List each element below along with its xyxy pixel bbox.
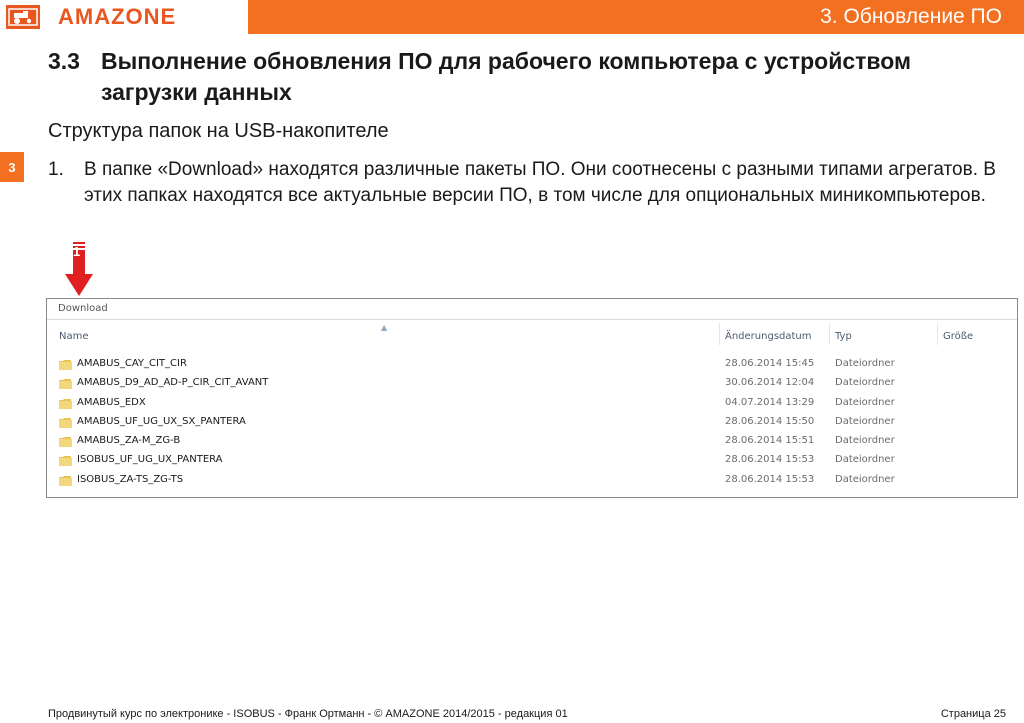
folder-type: Dateiordner — [835, 435, 895, 447]
folder-name: AMABUS_CAY_CIT_CIR — [77, 358, 187, 369]
breadcrumb-divider — [47, 319, 1017, 320]
folder-type: Dateiordner — [835, 454, 895, 466]
folder-row[interactable]: ISOBUS_UF_UG_UX_PANTERA 28.06.2014 15:53… — [47, 451, 1017, 470]
brand-name: AMAZONE — [58, 4, 177, 29]
folder-name: AMABUS_ZA-M_ZG-B — [77, 435, 181, 447]
step-number: 1. — [48, 159, 64, 180]
marker-label: 1 — [73, 244, 81, 259]
amazone-tractor-logo-icon — [6, 5, 40, 29]
folder-row[interactable]: AMABUS_D9_AD_AD-P_CIR_CIT_AVANT 30.06.20… — [47, 374, 1017, 393]
folder-name: AMABUS_D9_AD_AD-P_CIR_CIT_AVANT — [77, 377, 269, 389]
folder-icon — [59, 417, 72, 428]
folder-row[interactable]: ISOBUS_ZA-TS_ZG-TS 28.06.2014 15:53 Date… — [47, 471, 1017, 490]
folder-type: Dateiordner — [835, 396, 895, 408]
header-divider — [248, 34, 1024, 36]
chapter-title: 3. Обновление ПО — [820, 5, 1002, 28]
folder-date: 28.06.2014 15:51 — [725, 435, 815, 447]
folder-date: 28.06.2014 15:53 — [725, 454, 815, 466]
column-header-name[interactable]: Name — [59, 331, 89, 342]
folder-date: 28.06.2014 15:50 — [725, 415, 815, 427]
column-header-type[interactable]: Typ — [835, 331, 852, 342]
folder-icon — [59, 437, 72, 448]
folder-row[interactable]: AMABUS_EDX 04.07.2014 13:29 Dateiordner — [47, 394, 1017, 413]
subheading: Структура папок на USB-накопителе — [48, 120, 389, 142]
folder-type: Dateiordner — [835, 358, 895, 369]
folder-date: 28.06.2014 15:53 — [725, 473, 815, 485]
file-explorer: Download ▲ Name Änderungsdatum Typ Größe… — [46, 298, 1018, 498]
chapter-band: 3. Обновление ПО — [248, 0, 1024, 34]
folder-type: Dateiordner — [835, 415, 895, 427]
folder-date: 30.06.2014 12:04 — [725, 377, 815, 389]
footer-page-number: Страница 25 — [940, 708, 1006, 720]
folder-icon — [59, 475, 72, 486]
folder-name: AMABUS_EDX — [77, 396, 146, 408]
folder-name: ISOBUS_UF_UG_UX_PANTERA — [77, 454, 223, 466]
column-header-date[interactable]: Änderungsdatum — [725, 331, 812, 342]
folder-row[interactable]: AMABUS_UF_UG_UX_SX_PANTERA 28.06.2014 15… — [47, 413, 1017, 432]
section-number: 3.3 — [48, 48, 80, 74]
column-separator[interactable] — [719, 323, 720, 345]
column-separator[interactable] — [829, 323, 830, 345]
folder-type: Dateiordner — [835, 377, 895, 389]
page-header: AMAZONE 3. Обновление ПО — [0, 0, 1024, 36]
column-header-size[interactable]: Größe — [943, 331, 973, 342]
folder-icon — [59, 360, 72, 370]
file-list: AMABUS_CAY_CIT_CIR 28.06.2014 15:45 Date… — [47, 355, 1017, 490]
folder-row[interactable]: AMABUS_ZA-M_ZG-B 28.06.2014 15:51 Dateio… — [47, 432, 1017, 451]
folder-icon — [59, 379, 72, 390]
folder-name: AMABUS_UF_UG_UX_SX_PANTERA — [77, 415, 246, 427]
folder-row[interactable]: AMABUS_CAY_CIT_CIR 28.06.2014 15:45 Date… — [47, 355, 1017, 374]
column-separator[interactable] — [937, 323, 938, 345]
sort-ascending-icon: ▲ — [381, 323, 388, 332]
folder-icon — [59, 456, 72, 467]
folder-type: Dateiordner — [835, 473, 895, 485]
folder-date: 04.07.2014 13:29 — [725, 396, 815, 408]
footer-course: Продвинутый курс по электронике - ISOBUS… — [48, 708, 568, 720]
chapter-side-tab: 3 — [0, 152, 24, 182]
folder-date: 28.06.2014 15:45 — [725, 358, 815, 369]
step-text: В папке «Download» находятся различные п… — [84, 159, 996, 206]
folder-icon — [59, 398, 72, 409]
folder-name: ISOBUS_ZA-TS_ZG-TS — [77, 473, 184, 485]
breadcrumb: Download — [58, 303, 108, 314]
brand-logo: AMAZONE — [0, 0, 248, 34]
section-title: Выполнение обновления ПО для рабочего ко… — [101, 48, 912, 105]
